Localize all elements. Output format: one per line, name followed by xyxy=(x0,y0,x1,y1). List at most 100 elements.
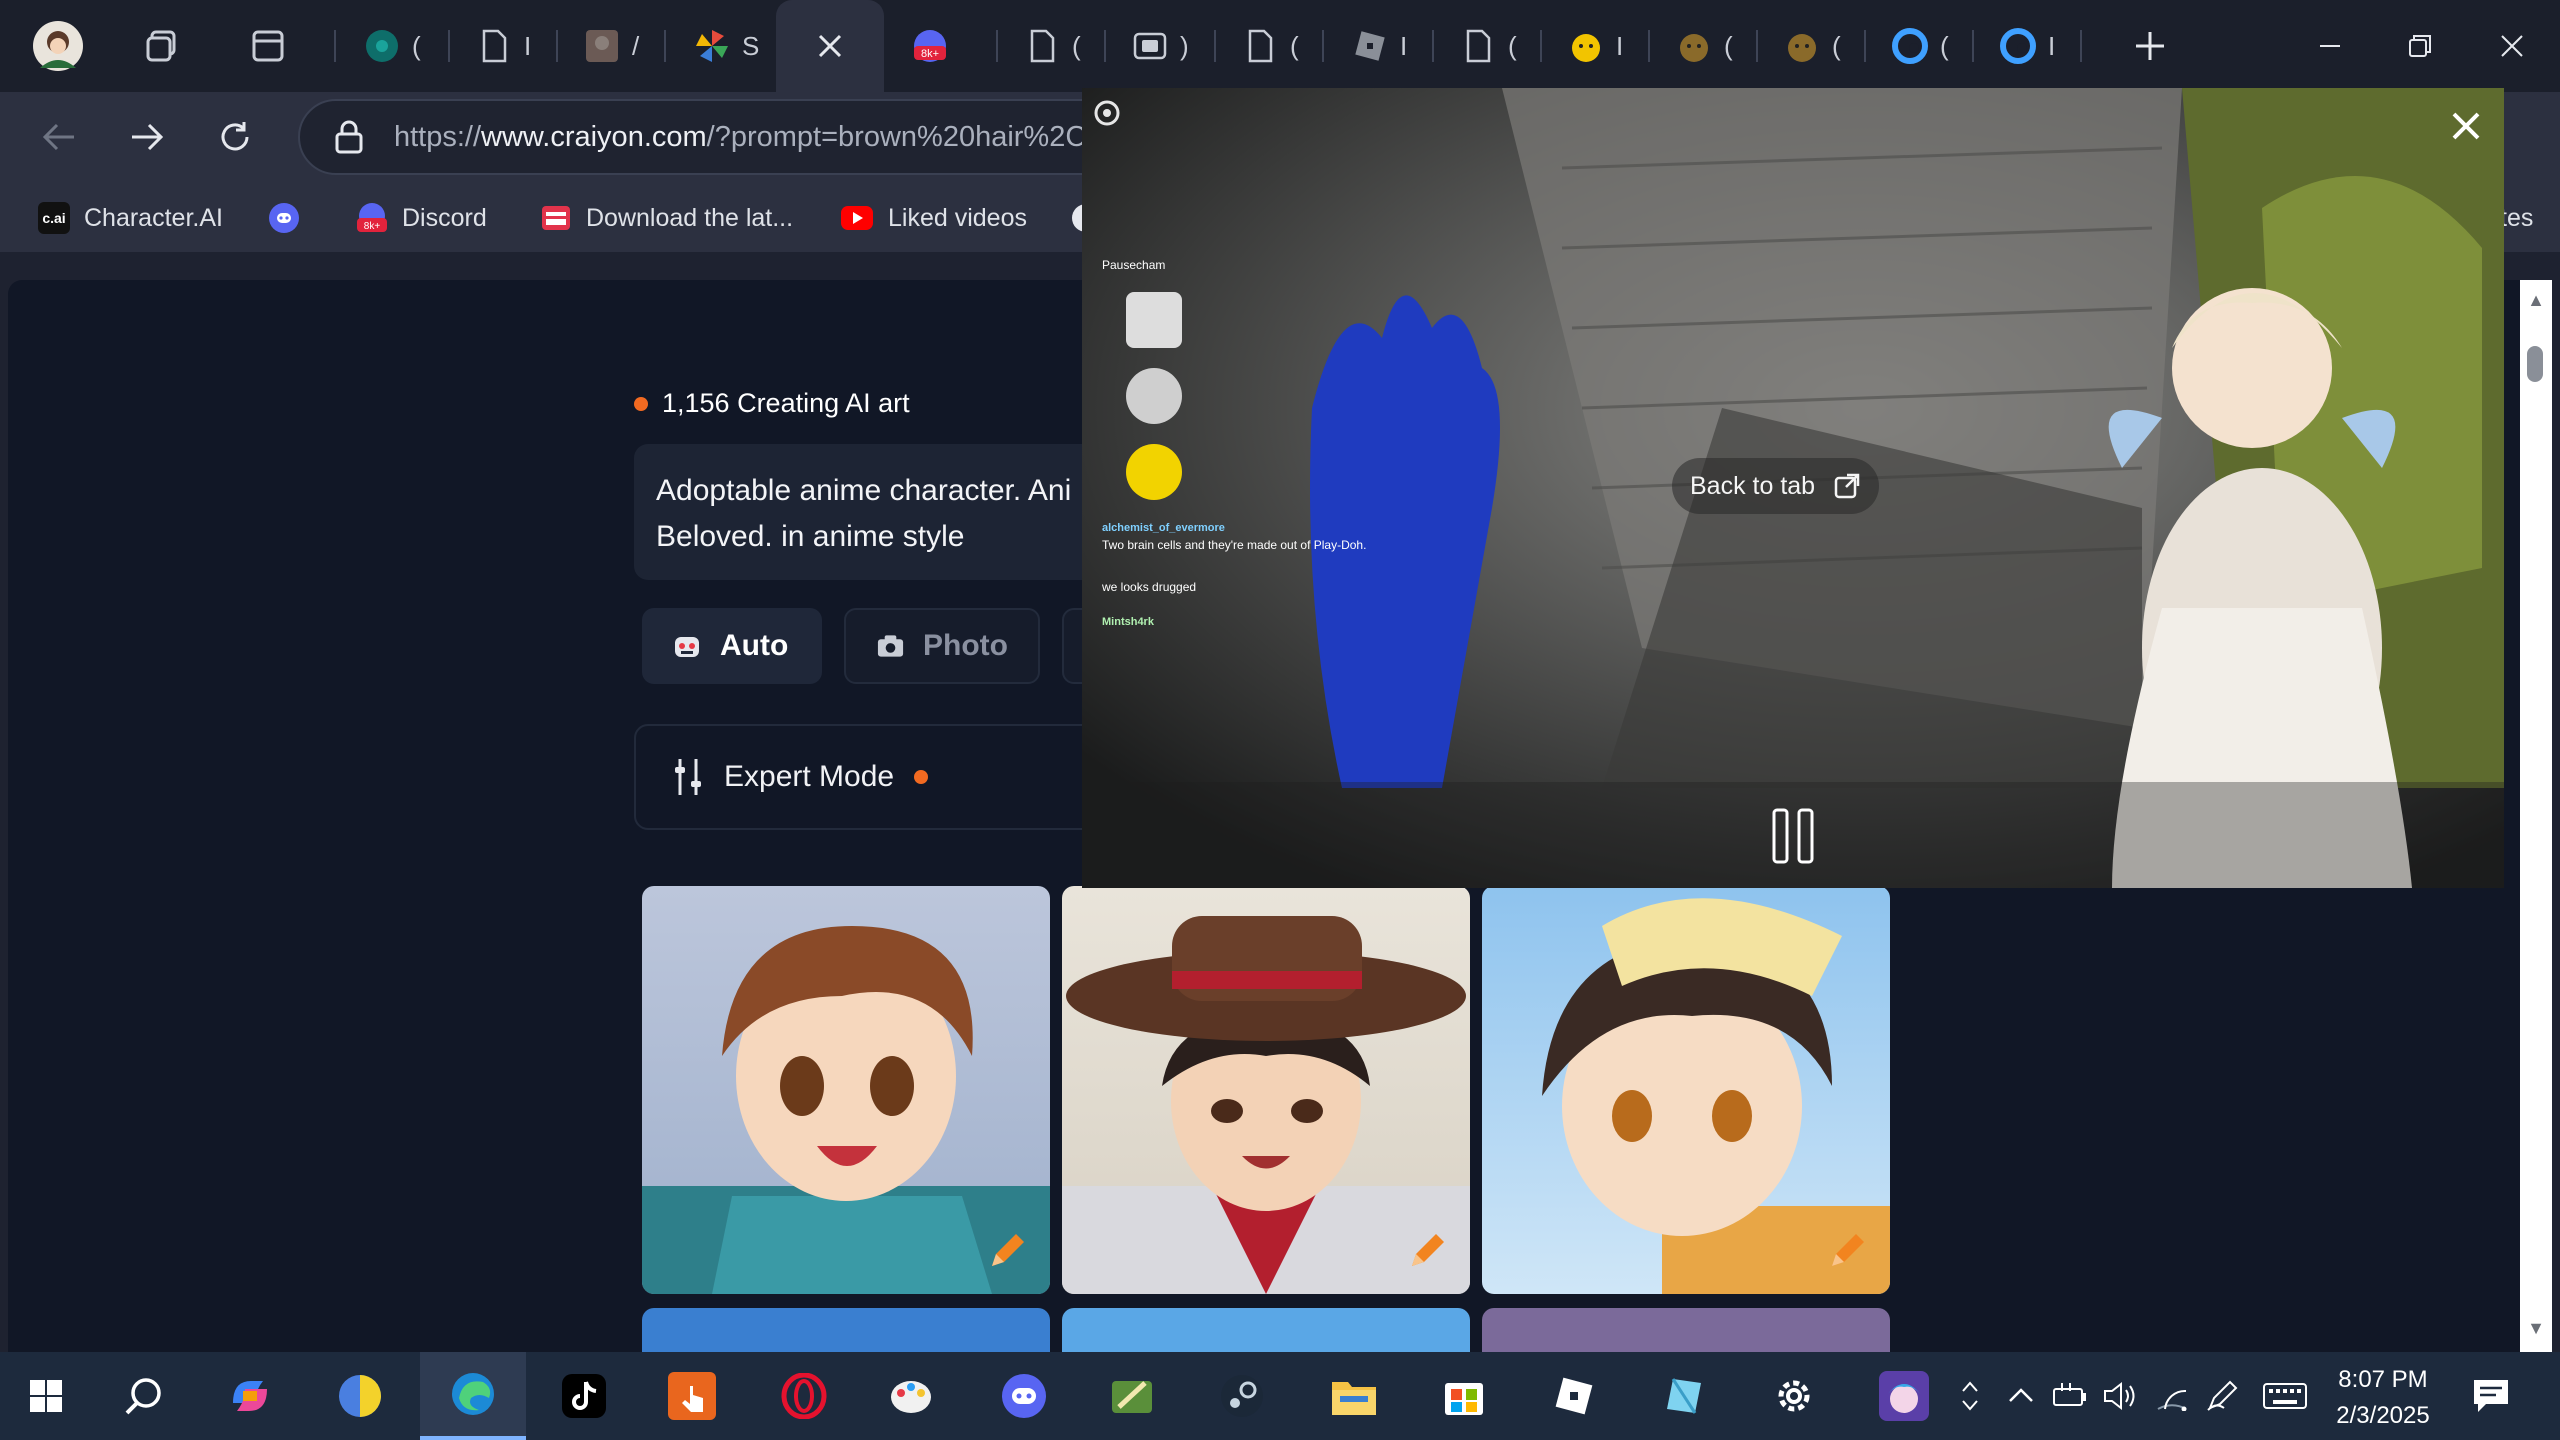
clock[interactable]: 8:07 PM 2/3/2025 xyxy=(2320,1362,2446,1434)
back-button[interactable] xyxy=(28,106,90,168)
pen-menu-button[interactable] xyxy=(2206,1374,2238,1418)
robot-icon xyxy=(675,637,699,657)
edge-taskbar-button[interactable] xyxy=(420,1352,526,1440)
settings-button[interactable] xyxy=(1762,1364,1826,1428)
app-crystal-button[interactable] xyxy=(1652,1364,1716,1428)
expert-dot-icon xyxy=(914,770,929,784)
network-button[interactable] xyxy=(2156,1374,2188,1418)
document-icon xyxy=(1248,29,1273,63)
tab-14[interactable]: ( xyxy=(1872,14,1972,78)
tab-actions-button[interactable] xyxy=(234,12,302,80)
forward-button[interactable] xyxy=(116,106,178,168)
app-game-button[interactable] xyxy=(1100,1364,1164,1428)
tab-label: I xyxy=(1616,30,1624,61)
tab-15[interactable]: I xyxy=(1980,14,2080,78)
workspaces-button[interactable] xyxy=(128,12,196,80)
start-button[interactable] xyxy=(14,1364,78,1428)
tab-label: I xyxy=(524,30,532,61)
page-scrollbar[interactable] xyxy=(2520,280,2552,1352)
other-favorites[interactable]: tes xyxy=(2500,196,2533,240)
tab-label: ( xyxy=(1724,30,1733,61)
minimize-icon xyxy=(2320,45,2340,47)
pause-icon[interactable] xyxy=(1772,808,1814,864)
tab-12[interactable]: ( xyxy=(1656,14,1756,78)
expert-mode-label: Expert Mode xyxy=(724,760,895,793)
chat-message: we looks drugged xyxy=(1102,580,1402,594)
tab-4[interactable]: S xyxy=(674,14,774,78)
notifications-button[interactable] xyxy=(2472,1374,2510,1418)
app-anime-button[interactable] xyxy=(1872,1364,1936,1428)
back-to-tab-label: Back to tab xyxy=(1690,471,1816,500)
tab-active[interactable] xyxy=(776,0,884,92)
steam-icon xyxy=(1221,1375,1263,1417)
close-window-button[interactable] xyxy=(2482,16,2542,76)
close-pip-icon[interactable] xyxy=(2446,106,2486,146)
app-orange-button[interactable] xyxy=(660,1364,724,1428)
avatar-icon xyxy=(33,21,83,71)
restore-button[interactable] xyxy=(2390,16,2450,76)
tab-8[interactable]: ( xyxy=(1222,14,1322,78)
tab-5[interactable]: 8k+ xyxy=(892,14,992,78)
tab-1[interactable]: ( xyxy=(344,14,444,78)
scrollbar-thumb[interactable] xyxy=(2527,346,2543,382)
tab-13[interactable]: ( xyxy=(1764,14,1864,78)
new-tab-button[interactable] xyxy=(2116,12,2184,80)
bookmark-character-ai[interactable]: c.ai Character.AI xyxy=(38,196,223,240)
show-hidden-icons-button[interactable] xyxy=(2006,1374,2036,1418)
bookmark-liked-videos[interactable]: Liked videos xyxy=(840,196,1027,240)
close-tab-icon[interactable] xyxy=(817,33,843,59)
tiktok-button[interactable] xyxy=(552,1364,616,1428)
windows-logo-icon xyxy=(30,1380,62,1412)
battery-plug-icon xyxy=(2053,1383,2086,1406)
profile-avatar[interactable] xyxy=(24,12,92,80)
result-image-2[interactable] xyxy=(1062,886,1470,1294)
tab-separator xyxy=(996,30,998,62)
file-explorer-button[interactable] xyxy=(1322,1364,1386,1428)
steam-button[interactable] xyxy=(1210,1364,1274,1428)
mode-auto-button[interactable]: Auto xyxy=(642,608,822,684)
taskbar-scroll[interactable] xyxy=(1960,1374,1980,1418)
mode-photo-button[interactable]: Photo xyxy=(844,608,1040,684)
picture-in-picture-window[interactable]: Pausecham alchemist_of_evermore Two brai… xyxy=(1082,88,2504,888)
ms-store-button[interactable] xyxy=(1432,1364,1496,1428)
tiktok-icon xyxy=(562,1374,606,1418)
bookmark-discord[interactable]: 8k+ Discord xyxy=(356,196,487,240)
volume-button[interactable] xyxy=(2102,1374,2138,1418)
copilot-button[interactable] xyxy=(218,1364,282,1428)
lock-icon[interactable] xyxy=(334,120,364,154)
tab-9[interactable]: I xyxy=(1332,14,1432,78)
gear-icon[interactable] xyxy=(1090,96,1124,130)
roblox-button[interactable] xyxy=(1542,1364,1606,1428)
back-to-tab-button[interactable]: Back to tab xyxy=(1672,458,1880,514)
tab-11[interactable]: I xyxy=(1548,14,1648,78)
search-button[interactable] xyxy=(112,1364,176,1428)
tab-3[interactable]: / xyxy=(564,14,664,78)
battery-indicator[interactable] xyxy=(2052,1374,2088,1418)
result-image-1[interactable] xyxy=(642,886,1050,1294)
scroll-down-arrow-icon[interactable]: ▼ xyxy=(2524,1318,2548,1342)
minimize-button[interactable] xyxy=(2300,16,2360,76)
reload-button[interactable] xyxy=(204,106,266,168)
bookmark-discord-icon-only[interactable] xyxy=(268,196,300,240)
plus-icon xyxy=(2136,32,2164,60)
bookmark-download[interactable]: Download the lat... xyxy=(540,196,793,240)
tab-2[interactable]: I xyxy=(456,14,556,78)
pencil-icon[interactable] xyxy=(1404,1228,1450,1274)
touch-keyboard-button[interactable] xyxy=(2262,1374,2308,1418)
media-icon xyxy=(1133,32,1167,60)
chat-emote-trollface-icon xyxy=(1126,368,1182,424)
touch-app-icon xyxy=(668,1372,716,1420)
pencil-icon[interactable] xyxy=(1824,1228,1870,1274)
opera-button[interactable] xyxy=(772,1364,836,1428)
scroll-up-arrow-icon[interactable]: ▲ xyxy=(2524,290,2548,314)
tab-10[interactable]: ( xyxy=(1440,14,1540,78)
discord-taskbar-button[interactable] xyxy=(992,1364,1056,1428)
tab-6[interactable]: ( xyxy=(1004,14,1104,78)
clock-date: 2/3/2025 xyxy=(2336,1402,2430,1429)
app-pinwheel-button[interactable] xyxy=(328,1364,392,1428)
result-image-3[interactable] xyxy=(1482,886,1890,1294)
tab-7[interactable]: ) xyxy=(1112,14,1212,78)
app-paint-button[interactable] xyxy=(880,1364,944,1428)
pencil-icon[interactable] xyxy=(984,1228,1030,1274)
chat-text: Pausecham xyxy=(1102,258,1166,272)
